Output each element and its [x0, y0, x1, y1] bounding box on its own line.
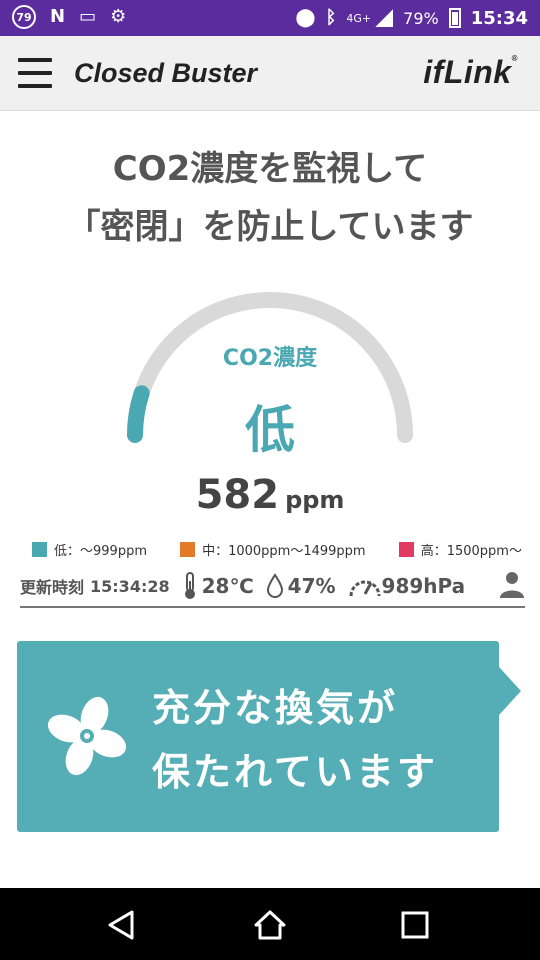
iflink-logo: ifLink®: [423, 54, 518, 90]
legend-high-swatch: [398, 542, 414, 557]
legend-low-swatch: [32, 542, 47, 557]
back-icon[interactable]: [104, 908, 138, 942]
legend-mid-swatch: [180, 542, 196, 557]
legend-low-label: 低：～999ppm: [54, 544, 147, 559]
location-icon: ⬤: [295, 7, 316, 28]
recents-icon[interactable]: [398, 908, 432, 942]
n-app-icon: N: [50, 6, 66, 27]
ventilation-status-text: 充分な換気が 保たれています: [152, 676, 438, 804]
co2-unit: ppm: [285, 486, 345, 514]
co2-level: 低: [245, 401, 295, 459]
gauge-label: CO2濃度: [222, 346, 318, 371]
co2-reading: 582 ppm: [0, 472, 540, 518]
cast-icon: ▭: [79, 6, 97, 27]
app-title: Closed Buster: [74, 58, 258, 88]
app-header: Closed Buster ifLink®: [0, 36, 540, 111]
status-line-2: 保たれています: [152, 750, 438, 794]
legend-mid: 中：1000ppm～1499ppm: [180, 540, 366, 559]
page-headline: CO2濃度を監視して 「密閉」を防止しています: [0, 140, 540, 256]
person-icon[interactable]: [499, 570, 525, 598]
humidity-value: 47%: [287, 574, 336, 598]
bluetooth-icon: ᛒ: [325, 7, 337, 28]
notification-count-icon: 79: [12, 5, 36, 29]
co2-value: 582: [195, 472, 280, 518]
legend-mid-label: 中：1000ppm～1499ppm: [202, 544, 366, 559]
headline-line-2: 「密閉」を防止しています: [66, 207, 474, 247]
legend-high: 高：1500ppm～: [398, 540, 522, 559]
legend-high-label: 高：1500ppm～: [420, 544, 522, 559]
battery-percent: 79%: [403, 8, 439, 28]
fan-icon: [47, 696, 127, 776]
status-line-1: 充分な換気が: [152, 686, 399, 730]
headline-line-1: CO2濃度を監視して: [112, 149, 428, 189]
update-time-value: 15:34:28: [90, 576, 170, 596]
home-icon[interactable]: [253, 908, 287, 942]
battery-icon: [448, 8, 461, 28]
settings-icon: ⚙: [110, 6, 127, 27]
thermometer-icon: [184, 572, 195, 599]
status-bar: 79 N ▭ ⚙ ⬤ ᛒ 4G+ 79% 15:34: [0, 0, 540, 36]
card-arrow-icon: [499, 667, 521, 715]
temperature-value: 28℃: [201, 574, 254, 598]
system-nav-bar: [0, 888, 540, 960]
network-type: 4G+: [346, 11, 372, 25]
pressure-gauge-icon: [349, 580, 381, 597]
sensor-info-row: 更新時刻 15:34:28 28℃ 47% 989hPa: [20, 566, 525, 608]
update-time-label: 更新時刻: [20, 578, 85, 597]
menu-icon[interactable]: [18, 56, 52, 90]
signal-icon: [375, 9, 394, 27]
pressure-value: 989hPa: [381, 574, 466, 598]
humidity-drop-icon: [266, 573, 283, 598]
level-legend: 低：～999ppm 中：1000ppm～1499ppm 高：1500ppm～: [32, 540, 522, 559]
legend-low: 低：～999ppm: [32, 540, 147, 559]
clock: 15:34: [470, 7, 528, 29]
